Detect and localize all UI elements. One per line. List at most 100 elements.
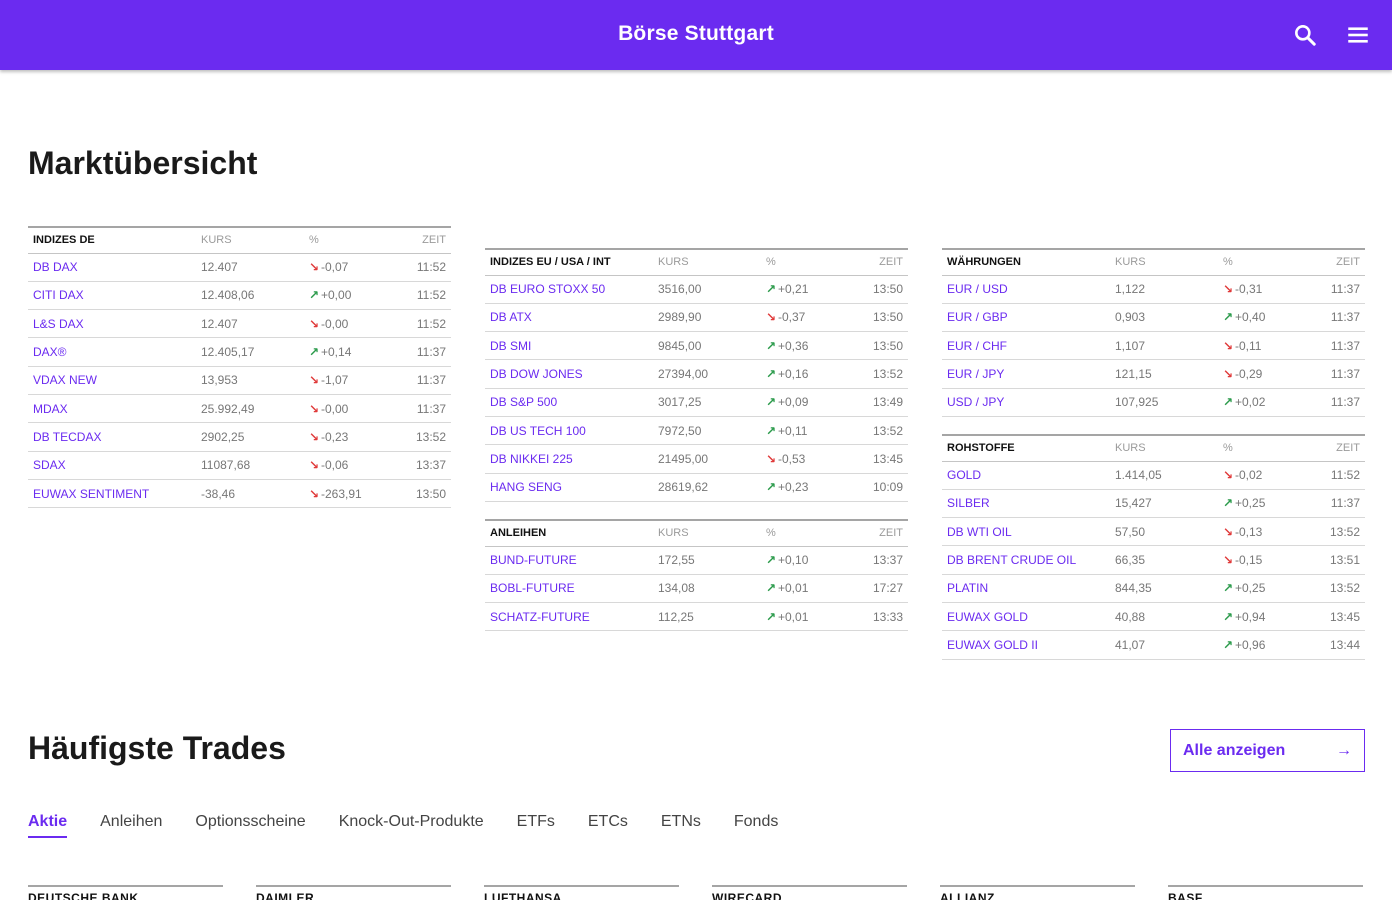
trade-card-title[interactable]: DAIMLER: [256, 885, 451, 900]
instrument-link[interactable]: HANG SENG: [485, 473, 653, 502]
trade-card-title[interactable]: WIRECARD: [712, 885, 907, 900]
table-row[interactable]: BUND-FUTURE 172,55 ↗ +0,10 13:37: [485, 546, 908, 575]
tab-optionsscheine[interactable]: Optionsscheine: [195, 813, 305, 838]
table-row[interactable]: VDAX NEW 13,953 ↘ -1,07 11:37: [28, 366, 451, 395]
column-header-zeit: ZEIT: [851, 519, 908, 547]
instrument-link[interactable]: EUR / JPY: [942, 359, 1110, 389]
table-row[interactable]: DAX® 12.405,17 ↗ +0,14 11:37: [28, 337, 451, 367]
table-row[interactable]: BOBL-FUTURE 134,08 ↗ +0,01 17:27: [485, 574, 908, 604]
instrument-link[interactable]: EUWAX GOLD II: [942, 630, 1110, 660]
price-value: 134,08: [653, 574, 761, 604]
tab-anleihen[interactable]: Anleihen: [100, 813, 162, 838]
tab-fonds[interactable]: Fonds: [734, 813, 778, 838]
change-percent: -0,15: [1235, 553, 1263, 568]
time-value: 13:45: [1308, 602, 1365, 632]
table-row[interactable]: DB BRENT CRUDE OIL 66,35 ↘ -0,15 13:51: [942, 545, 1365, 575]
instrument-link[interactable]: DB S&P 500: [485, 388, 653, 417]
table-row[interactable]: SDAX 11087,68 ↘ -0,06 13:37: [28, 451, 451, 480]
show-all-button[interactable]: Alle anzeigen →: [1170, 729, 1365, 772]
instrument-link[interactable]: DB DAX: [28, 253, 196, 282]
column-header-percent: %: [1218, 248, 1308, 276]
table-row[interactable]: PLATIN 844,35 ↗ +0,25 13:52: [942, 574, 1365, 603]
price-value: 2902,25: [196, 422, 304, 452]
instrument-link[interactable]: DB WTI OIL: [942, 517, 1110, 547]
instrument-link[interactable]: BUND-FUTURE: [485, 546, 653, 575]
column-header-kurs: KURS: [653, 248, 761, 276]
instrument-link[interactable]: DB BRENT CRUDE OIL: [942, 545, 1110, 575]
tab-knock-out-produkte[interactable]: Knock-Out-Produkte: [339, 813, 484, 838]
tab-etfs[interactable]: ETFs: [517, 813, 555, 838]
instrument-link[interactable]: USD / JPY: [942, 388, 1110, 417]
trade-card-title[interactable]: BASF: [1168, 885, 1363, 900]
price-value: 107,925: [1110, 388, 1218, 417]
brand-title[interactable]: Börse Stuttgart: [0, 22, 1392, 46]
instrument-link[interactable]: DB TECDAX: [28, 422, 196, 452]
table-row[interactable]: SCHATZ-FUTURE 112,25 ↗ +0,01 13:33: [485, 602, 908, 632]
instrument-link[interactable]: VDAX NEW: [28, 366, 196, 395]
table-row[interactable]: SILBER 15,427 ↗ +0,25 11:37: [942, 489, 1365, 519]
change-percent: -0,23: [321, 429, 349, 444]
table-row[interactable]: DB DOW JONES 27394,00 ↗ +0,16 13:52: [485, 359, 908, 389]
table-row[interactable]: DB SMI 9845,00 ↗ +0,36 13:50: [485, 331, 908, 361]
instrument-link[interactable]: DB US TECH 100: [485, 416, 653, 446]
change-percent: -0,00: [321, 316, 349, 331]
table-row[interactable]: DB WTI OIL 57,50 ↘ -0,13 13:52: [942, 517, 1365, 547]
instrument-link[interactable]: DAX®: [28, 337, 196, 367]
table-row[interactable]: DB EURO STOXX 50 3516,00 ↗ +0,21 13:50: [485, 275, 908, 304]
column-header-percent: %: [761, 248, 851, 276]
arrow-right-icon: →: [1336, 741, 1352, 759]
table-row[interactable]: USD / JPY 107,925 ↗ +0,02 11:37: [942, 388, 1365, 417]
instrument-link[interactable]: CITI DAX: [28, 281, 196, 311]
tab-aktie[interactable]: Aktie: [28, 813, 68, 838]
trade-card-title[interactable]: DEUTSCHE BANK: [28, 885, 223, 900]
table-row[interactable]: GOLD 1.414,05 ↘ -0,02 11:52: [942, 461, 1365, 490]
table-row[interactable]: EUR / GBP 0,903 ↗ +0,40 11:37: [942, 303, 1365, 333]
instrument-link[interactable]: EUR / CHF: [942, 331, 1110, 361]
table-row[interactable]: MDAX 25.992,49 ↘ -0,00 11:37: [28, 394, 451, 424]
table-row[interactable]: DB TECDAX 2902,25 ↘ -0,23 13:52: [28, 422, 451, 452]
instrument-link[interactable]: BOBL-FUTURE: [485, 574, 653, 604]
table-row[interactable]: DB US TECH 100 7972,50 ↗ +0,11 13:52: [485, 416, 908, 446]
search-icon[interactable]: [1292, 22, 1318, 48]
table-row[interactable]: EUWAX GOLD II 41,07 ↗ +0,96 13:44: [942, 630, 1365, 660]
hamburger-menu-icon[interactable]: [1345, 22, 1371, 48]
instrument-link[interactable]: L&S DAX: [28, 309, 196, 339]
instrument-link[interactable]: EUWAX SENTIMENT: [28, 479, 196, 509]
instrument-link[interactable]: DB DOW JONES: [485, 359, 653, 389]
table-row[interactable]: DB ATX 2989,90 ↘ -0,37 13:50: [485, 303, 908, 333]
column-header-zeit: ZEIT: [394, 226, 451, 254]
time-value: 11:37: [1308, 359, 1365, 389]
table-row[interactable]: EUR / CHF 1,107 ↘ -0,11 11:37: [942, 331, 1365, 361]
instrument-link[interactable]: PLATIN: [942, 574, 1110, 603]
instrument-link[interactable]: DB ATX: [485, 303, 653, 333]
table-row[interactable]: EUR / USD 1,122 ↘ -0,31 11:37: [942, 275, 1365, 304]
instrument-link[interactable]: MDAX: [28, 394, 196, 424]
table-row[interactable]: CITI DAX 12.408,06 ↗ +0,00 11:52: [28, 281, 451, 311]
table-row[interactable]: DB DAX 12.407 ↘ -0,07 11:52: [28, 253, 451, 282]
instrument-link[interactable]: EUR / GBP: [942, 303, 1110, 333]
instrument-link[interactable]: DB EURO STOXX 50: [485, 275, 653, 304]
change-cell: ↗ +0,00: [304, 281, 394, 311]
tab-etcs[interactable]: ETCs: [588, 813, 628, 838]
trend-down-icon: ↘: [1223, 468, 1234, 483]
table-row[interactable]: L&S DAX 12.407 ↘ -0,00 11:52: [28, 309, 451, 339]
trade-card-title[interactable]: LUFTHANSA: [484, 885, 679, 900]
table-row[interactable]: HANG SENG 28619,62 ↗ +0,23 10:09: [485, 473, 908, 502]
instrument-link[interactable]: SILBER: [942, 489, 1110, 519]
top-app-bar: Börse Stuttgart: [0, 0, 1392, 70]
table-row[interactable]: EUR / JPY 121,15 ↘ -0,29 11:37: [942, 359, 1365, 389]
table-row[interactable]: EUWAX SENTIMENT -38,46 ↘ -263,91 13:50: [28, 479, 451, 509]
instrument-link[interactable]: GOLD: [942, 461, 1110, 490]
instrument-link[interactable]: DB SMI: [485, 331, 653, 361]
table-row[interactable]: EUWAX GOLD 40,88 ↗ +0,94 13:45: [942, 602, 1365, 632]
trade-card-title[interactable]: ALLIANZ: [940, 885, 1135, 900]
instrument-link[interactable]: SDAX: [28, 451, 196, 480]
change-percent: -1,07: [321, 373, 349, 388]
tab-etns[interactable]: ETNs: [661, 813, 701, 838]
table-row[interactable]: DB NIKKEI 225 21495,00 ↘ -0,53 13:45: [485, 444, 908, 474]
instrument-link[interactable]: EUR / USD: [942, 275, 1110, 304]
table-row[interactable]: DB S&P 500 3017,25 ↗ +0,09 13:49: [485, 388, 908, 417]
instrument-link[interactable]: DB NIKKEI 225: [485, 444, 653, 474]
instrument-link[interactable]: EUWAX GOLD: [942, 602, 1110, 632]
instrument-link[interactable]: SCHATZ-FUTURE: [485, 602, 653, 632]
